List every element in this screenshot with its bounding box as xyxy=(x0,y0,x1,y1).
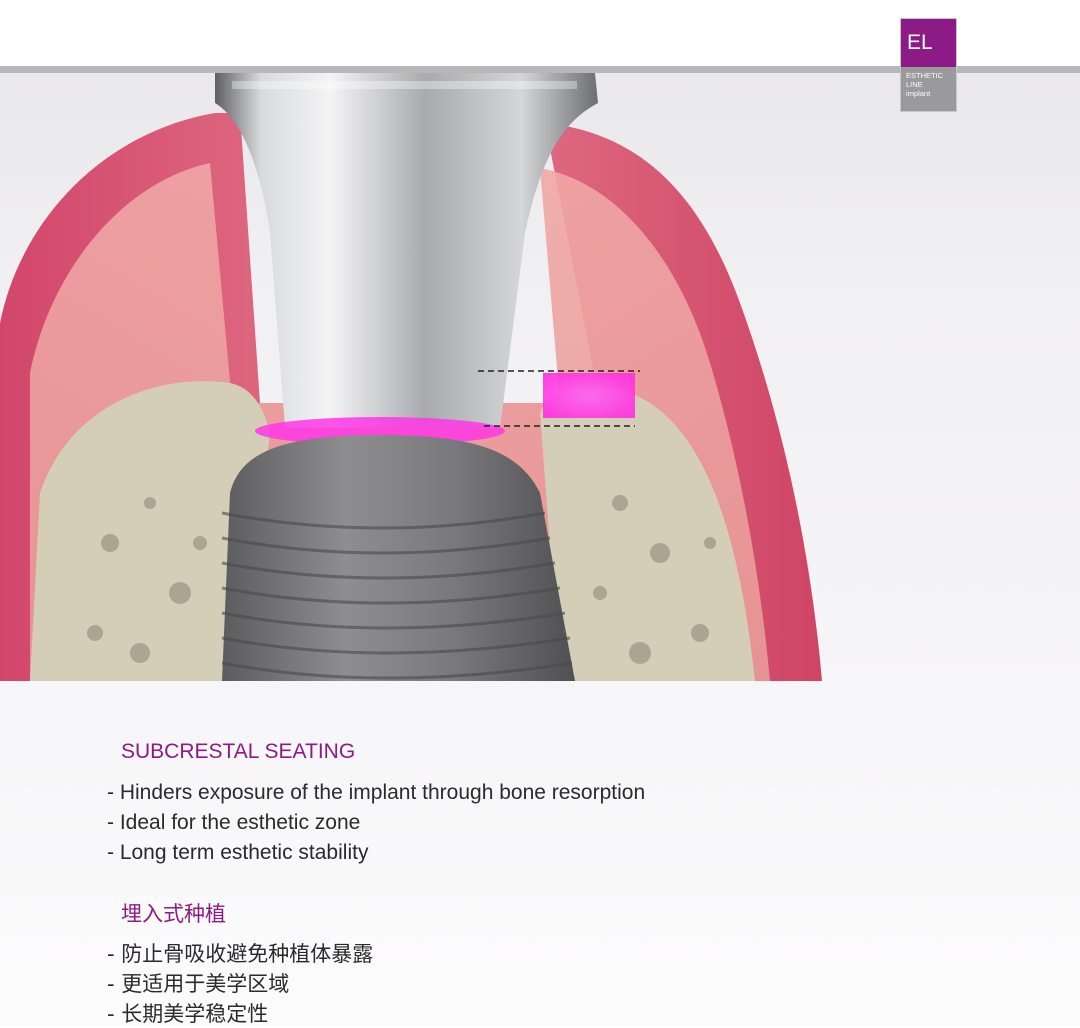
logo-subtitle: ESTHETIC LINE implant xyxy=(901,67,956,111)
abutment xyxy=(215,73,598,428)
bullet-english-3: - Long term esthetic stability xyxy=(107,841,369,864)
logo-line-1: ESTHETIC xyxy=(906,71,944,80)
bullet-chinese-3: - 长期美学稳定性 xyxy=(107,1002,269,1026)
bullet-english-2: - Ideal for the esthetic zone xyxy=(107,811,361,834)
bullet-chinese-1: - 防止骨吸收避免种植体暴露 xyxy=(107,942,374,966)
heading-chinese: 埋入式种植 xyxy=(121,903,226,926)
implant-cross-section-illustration xyxy=(0,73,822,681)
bullet-english-1: - Hinders exposure of the implant throug… xyxy=(107,781,646,804)
logo-line-3: implant xyxy=(906,89,931,98)
pink-highlight-zone xyxy=(543,373,635,418)
esthetic-line-logo: EL ESTHETIC LINE implant xyxy=(900,18,957,112)
logo-line-2: LINE xyxy=(906,80,923,89)
bullet-chinese-2: - 更适用于美学区域 xyxy=(107,972,290,996)
logo-code: EL xyxy=(901,19,956,67)
heading-english: SUBCRESTAL SEATING xyxy=(121,740,356,763)
